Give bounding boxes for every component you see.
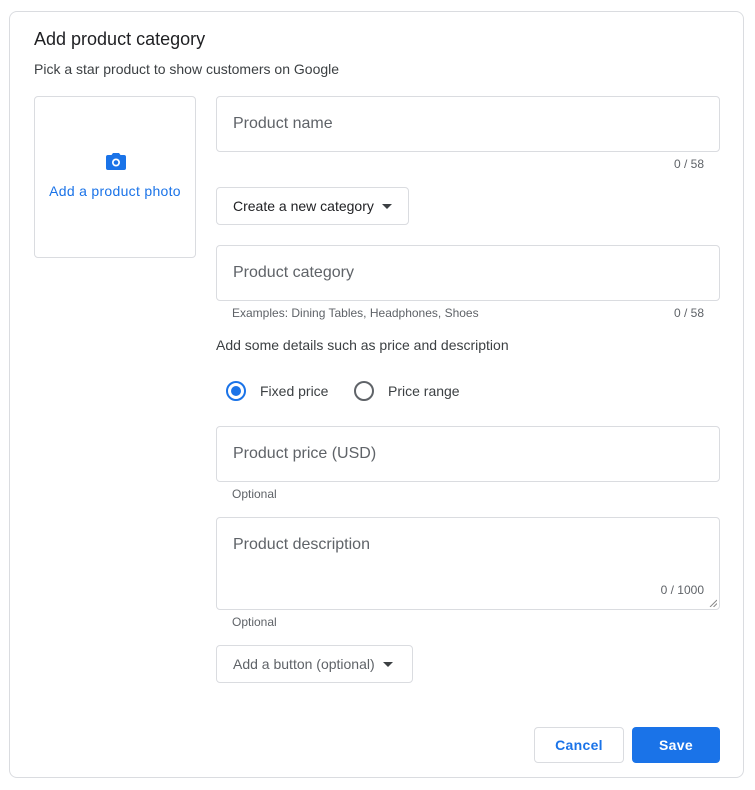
product-category-counter: 0 / 58	[673, 306, 704, 320]
camera-icon	[106, 153, 126, 170]
caret-down-icon	[381, 203, 392, 209]
product-price-field	[216, 426, 720, 482]
price-range-label: Price range	[388, 383, 460, 399]
product-description-input[interactable]	[217, 518, 719, 608]
save-button[interactable]: Save	[632, 727, 720, 763]
product-name-field	[216, 96, 720, 152]
add-photo-button[interactable]: Add a product photo	[34, 96, 196, 258]
product-description-hint: Optional	[232, 615, 277, 629]
product-price-hint: Optional	[232, 487, 277, 501]
fixed-price-label: Fixed price	[260, 383, 329, 399]
radio-unselected-icon	[354, 381, 374, 401]
cancel-button[interactable]: Cancel	[534, 727, 624, 763]
fixed-price-radio[interactable]: Fixed price	[226, 381, 328, 401]
create-category-label: Create a new category	[233, 198, 374, 214]
product-category-field	[216, 245, 720, 301]
add-photo-label: Add a product photo	[49, 183, 181, 199]
product-description-counter: 0 / 1000	[660, 583, 704, 597]
radio-selected-icon	[226, 381, 246, 401]
caret-down-icon	[382, 661, 393, 667]
product-name-input[interactable]	[217, 97, 719, 151]
product-description-field	[216, 517, 720, 610]
product-category-hint: Examples: Dining Tables, Headphones, Sho…	[232, 306, 479, 320]
price-range-radio[interactable]: Price range	[354, 381, 460, 401]
product-price-input[interactable]	[217, 427, 719, 481]
dialog-title: Add product category	[34, 29, 206, 49]
product-category-input[interactable]	[217, 246, 719, 300]
add-button-dropdown[interactable]: Add a button (optional)	[216, 645, 413, 683]
dialog-subtitle: Pick a star product to show customers on…	[34, 61, 340, 77]
details-label: Add some details such as price and descr…	[216, 337, 509, 353]
resize-handle-icon[interactable]	[709, 599, 717, 607]
product-name-counter: 0 / 58	[673, 157, 704, 171]
add-button-label: Add a button (optional)	[233, 656, 375, 672]
create-category-dropdown[interactable]: Create a new category	[216, 187, 409, 225]
